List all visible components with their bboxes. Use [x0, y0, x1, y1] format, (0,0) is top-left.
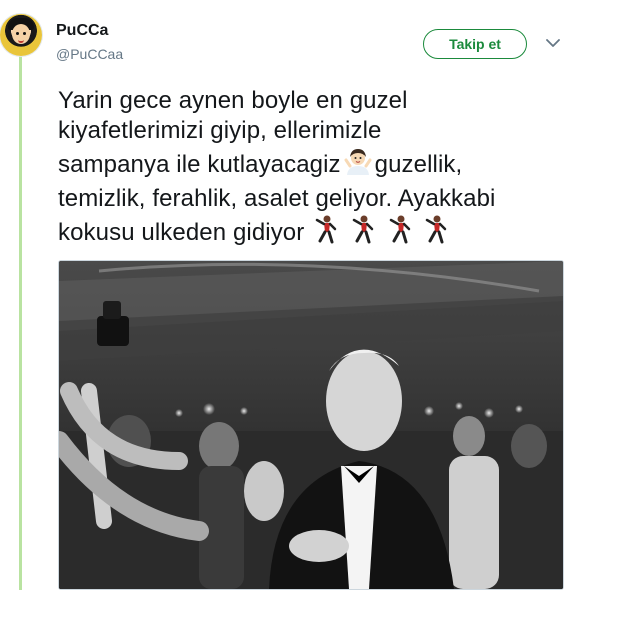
author-handle[interactable]: @PuCCaa [56, 46, 123, 62]
author-display-name[interactable]: PuCCa [56, 22, 108, 40]
photo-black-white-party [59, 261, 563, 589]
chevron-down-icon[interactable] [545, 37, 561, 49]
man-dancing-emoji [313, 214, 339, 252]
tweet-text-segment: guzellik, [374, 151, 463, 178]
man-dancing-emoji [350, 214, 376, 252]
thread-line [19, 56, 22, 590]
tweet-text-segment: sampanya ile kutlayacagiz [58, 151, 341, 178]
woman-gesturing-ok-emoji [343, 146, 373, 184]
man-dancing-emoji [387, 214, 413, 252]
tweet-text-line: sampanya ile kutlayacagiz guzellik, [58, 146, 618, 184]
man-dancing-emoji [423, 214, 449, 252]
follow-button[interactable]: Takip et [423, 29, 527, 59]
avatar-eye [16, 32, 19, 35]
tweet-text: Yarin gece aynen boyle en guzel kiyafetl… [58, 86, 618, 252]
tweet-text-segment: kiyafetlerimizi giyip, ellerimizle [58, 117, 382, 144]
tweet-text-line: Yarin gece aynen boyle en guzel [58, 86, 618, 116]
tweet-text-segment: kokusu ulkeden gidiyor [58, 219, 305, 246]
tweet-photo[interactable] [58, 260, 564, 590]
tweet-text-line: kiyafetlerimizi giyip, ellerimizle [58, 116, 618, 146]
tweet-text-segment: temizlik, ferahlik, asalet geliyor. Ayak… [58, 185, 496, 212]
tweet-text-line: kokusu ulkeden gidiyor [58, 214, 618, 252]
tweet-text-line: temizlik, ferahlik, asalet geliyor. Ayak… [58, 184, 618, 214]
tweet-text-segment: Yarin gece aynen boyle en guzel [58, 87, 408, 114]
avatar-eye [23, 32, 26, 35]
avatar[interactable] [0, 14, 42, 56]
